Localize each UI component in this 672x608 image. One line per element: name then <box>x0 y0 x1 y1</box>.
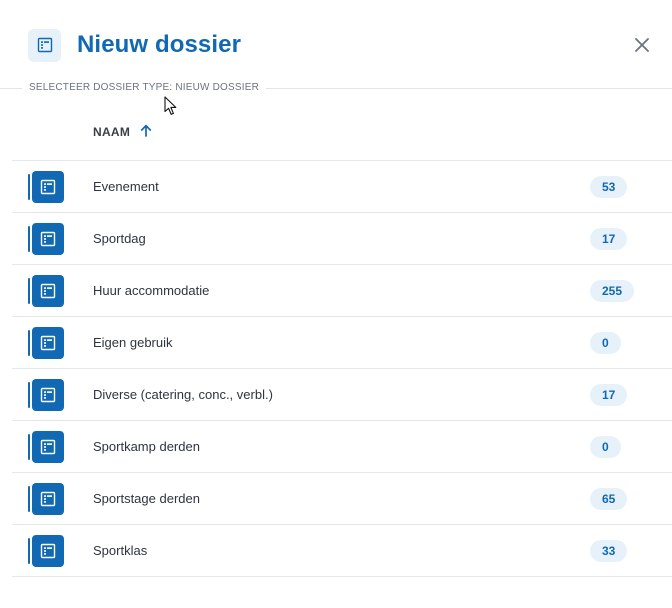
list-item-label: Diverse (catering, conc., verbl.) <box>93 387 273 402</box>
count-badge: 17 <box>590 383 628 406</box>
count-badge: 17 <box>590 227 628 250</box>
close-icon[interactable] <box>630 33 654 57</box>
row-accent-bar <box>28 226 30 252</box>
dossier-icon <box>32 483 64 515</box>
list-item[interactable]: Sportdag 17 <box>12 213 672 265</box>
list-item-label: Evenement <box>93 179 159 194</box>
section-label: SELECTEER DOSSIER TYPE: NIEUW DOSSIER <box>22 82 267 93</box>
row-accent-bar <box>28 486 30 512</box>
page-title: Nieuw dossier <box>77 31 242 58</box>
row-accent-bar <box>28 538 30 564</box>
count-badge: 0 <box>590 435 621 458</box>
dossier-icon <box>32 327 64 359</box>
count-badge: 255 <box>590 279 635 302</box>
list-item[interactable]: Huur accommodatie 255 <box>12 265 672 317</box>
list-item[interactable]: Diverse (catering, conc., verbl.) 17 <box>12 369 672 421</box>
list-item-label: Eigen gebruik <box>93 335 173 350</box>
arrow-up-icon <box>140 124 152 140</box>
dossier-icon <box>32 431 64 463</box>
list-item-label: Sportkamp derden <box>93 439 200 454</box>
row-accent-bar <box>28 434 30 460</box>
column-header-name[interactable]: NAAM <box>93 124 152 140</box>
list-item[interactable]: Sportstage derden 65 <box>12 473 672 525</box>
list-item[interactable]: Evenement 53 <box>12 161 672 213</box>
row-accent-bar <box>28 278 30 304</box>
column-header-label: NAAM <box>93 125 131 139</box>
dialog-header: Nieuw dossier <box>28 28 672 62</box>
list-item[interactable]: Sportklas 33 <box>12 525 672 577</box>
list-item-label: Sportklas <box>93 543 148 558</box>
list-item-label: Huur accommodatie <box>93 283 210 298</box>
mouse-cursor-icon <box>164 96 178 116</box>
list-item-label: Sportstage derden <box>93 491 200 506</box>
dossier-icon <box>32 223 64 255</box>
row-accent-bar <box>28 382 30 408</box>
count-badge: 53 <box>590 175 628 198</box>
count-badge: 0 <box>590 331 621 354</box>
row-accent-bar <box>28 174 30 200</box>
dossier-icon <box>32 171 64 203</box>
count-badge: 33 <box>590 539 628 562</box>
dossier-icon <box>32 535 64 567</box>
list-item[interactable]: Sportkamp derden 0 <box>12 421 672 473</box>
list-item[interactable]: Eigen gebruik 0 <box>12 317 672 369</box>
dossier-type-list: Evenement 53 Sportdag 17 Huur accommodatie 25… <box>12 160 672 577</box>
list-item-label: Sportdag <box>93 231 146 246</box>
dossier-icon <box>32 379 64 411</box>
row-accent-bar <box>28 330 30 356</box>
count-badge: 65 <box>590 487 628 510</box>
dossier-icon <box>32 275 64 307</box>
dossier-icon <box>28 28 61 62</box>
